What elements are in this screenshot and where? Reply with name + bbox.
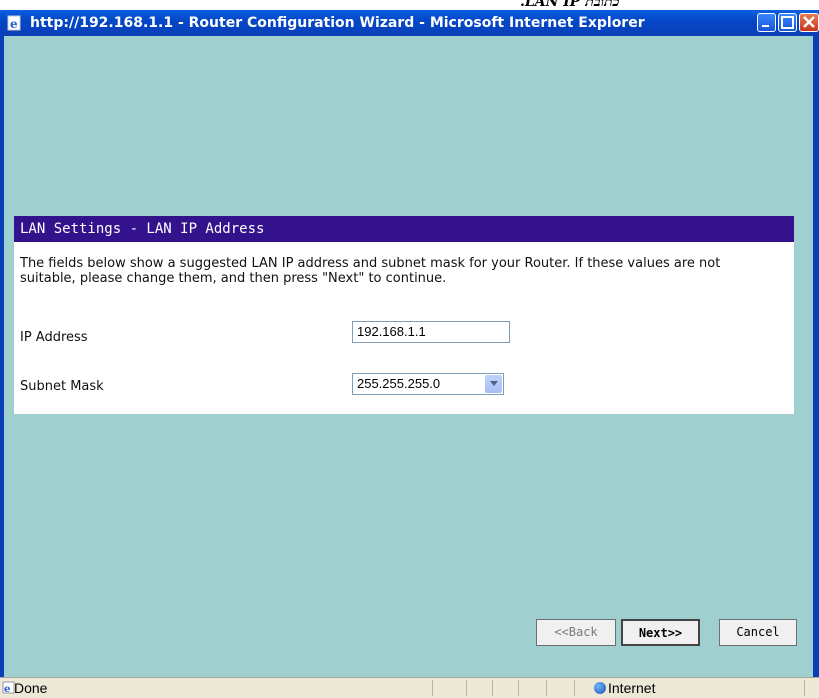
next-button[interactable]: Next>> <box>621 619 700 646</box>
status-divider <box>518 680 519 696</box>
status-divider <box>804 680 805 696</box>
status-divider <box>546 680 547 696</box>
panel-description: The fields below show a suggested LAN IP… <box>20 256 721 286</box>
status-divider <box>492 680 493 696</box>
chevron-down-icon[interactable] <box>485 375 502 393</box>
svg-text:e: e <box>10 17 18 31</box>
window-title: http://192.168.1.1 - Router Configuratio… <box>30 15 645 31</box>
status-divider <box>466 680 467 696</box>
status-bar: e Done Internet <box>0 677 819 698</box>
ip-address-label: IP Address <box>20 330 88 345</box>
status-text: Done <box>14 680 48 696</box>
security-zone-label: Internet <box>608 680 656 696</box>
ie-page-icon: e <box>6 14 24 32</box>
ip-address-input[interactable]: 192.168.1.1 <box>352 321 510 343</box>
maximize-button[interactable] <box>778 13 797 32</box>
lan-settings-panel: LAN Settings - LAN IP Address The fields… <box>14 216 794 414</box>
subnet-mask-value: 255.255.255.0 <box>357 376 441 391</box>
close-icon <box>803 16 815 28</box>
subnet-mask-select[interactable]: 255.255.255.0 <box>352 373 504 395</box>
status-divider <box>574 680 575 696</box>
minimize-icon <box>762 25 769 27</box>
back-button[interactable]: <<Back <box>536 619 616 646</box>
internet-zone-icon <box>594 682 606 694</box>
panel-header: LAN Settings - LAN IP Address <box>14 216 794 242</box>
maximize-icon <box>781 16 794 29</box>
svg-text:e: e <box>4 684 10 694</box>
window-titlebar[interactable]: e http://192.168.1.1 - Router Configurat… <box>0 10 819 36</box>
cancel-button[interactable]: Cancel <box>719 619 797 646</box>
subnet-mask-label: Subnet Mask <box>20 379 104 394</box>
status-divider <box>432 680 433 696</box>
close-button[interactable] <box>799 13 819 32</box>
minimize-button[interactable] <box>757 13 776 32</box>
page-content: LAN Settings - LAN IP Address The fields… <box>4 36 813 677</box>
